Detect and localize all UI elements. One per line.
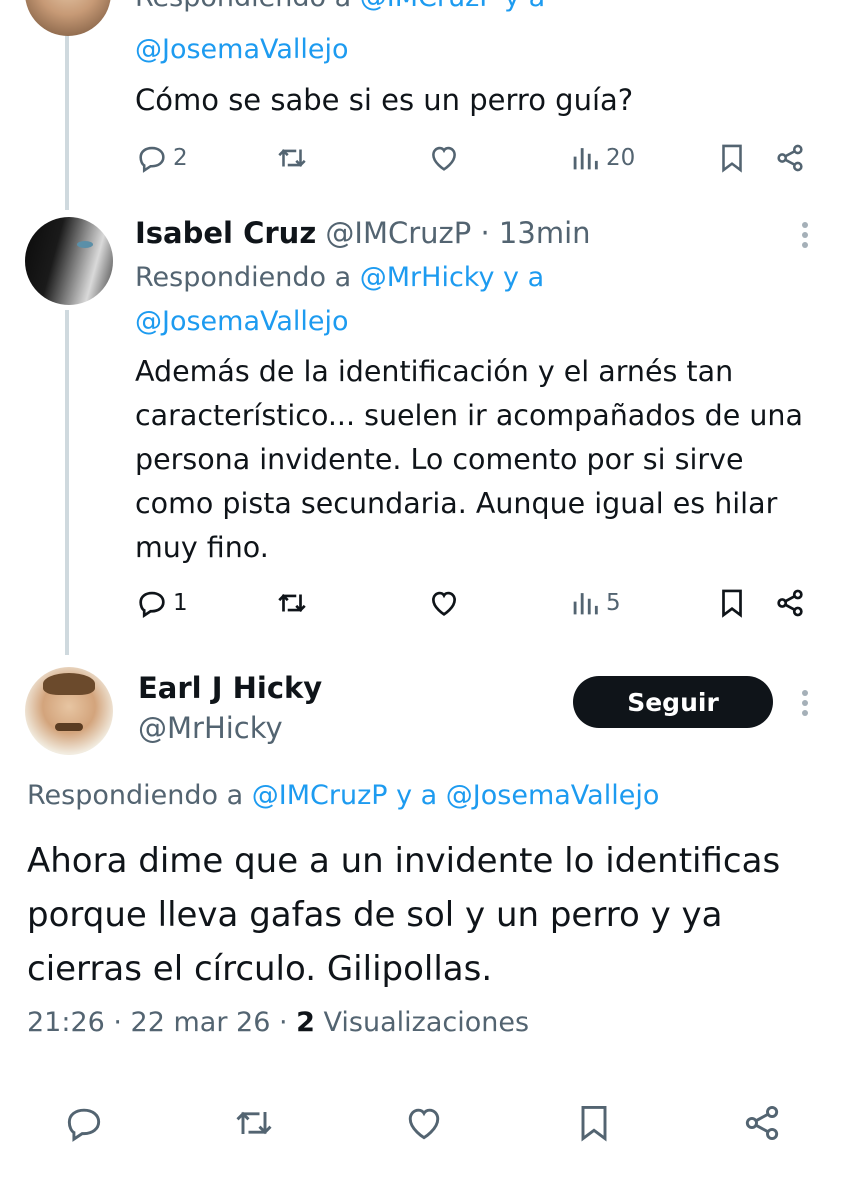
display-name[interactable]: Earl J Hicky bbox=[138, 667, 322, 709]
views-count: 5 bbox=[606, 590, 621, 616]
tweet-text-line: como pista secundaria. Aunque igual es h… bbox=[135, 487, 778, 520]
tweet-actions: 2 20 bbox=[135, 138, 815, 178]
share-button[interactable] bbox=[773, 138, 807, 178]
replying-prefix: Respondiendo a bbox=[135, 0, 351, 13]
retweet-button[interactable] bbox=[275, 583, 309, 623]
retweet-icon bbox=[236, 1111, 272, 1135]
retweet-button[interactable] bbox=[275, 138, 309, 178]
share-button[interactable] bbox=[773, 583, 807, 623]
views-count: 20 bbox=[606, 145, 636, 171]
bookmark-button[interactable] bbox=[572, 1098, 616, 1148]
tweet-text-line: muy fino. bbox=[135, 531, 269, 564]
avatar[interactable] bbox=[25, 0, 111, 36]
separator: · bbox=[480, 216, 490, 250]
heart-icon bbox=[408, 1108, 440, 1140]
more-dot-icon bbox=[802, 700, 808, 706]
bookmark-button[interactable] bbox=[715, 138, 749, 178]
tweet-actions: 1 5 bbox=[135, 583, 815, 623]
display-name[interactable]: Isabel Cruz bbox=[135, 216, 316, 250]
more-dot-icon bbox=[802, 232, 808, 238]
mention-link[interactable]: @IMCruzP y a bbox=[360, 0, 545, 13]
reply-icon bbox=[67, 1108, 101, 1142]
avatar-mustache bbox=[55, 723, 83, 731]
main-tweet-actions bbox=[0, 1098, 850, 1148]
mention-link[interactable]: @IMCruzP y a @JosemaVallejo bbox=[252, 780, 660, 811]
like-button[interactable] bbox=[427, 583, 461, 623]
more-dot-icon bbox=[802, 710, 808, 716]
share-icon bbox=[777, 589, 803, 617]
avatar[interactable] bbox=[25, 217, 113, 305]
tweet-text-line: cierras el círculo. Gilipollas. bbox=[27, 949, 493, 989]
avatar-eye bbox=[77, 241, 93, 248]
tweet-timestamp[interactable]: 21:26 · 22 mar 26 · bbox=[27, 1007, 288, 1038]
retweet-icon bbox=[278, 149, 306, 167]
tweet-text-line: porque lleva gafas de sol y un perro y y… bbox=[27, 895, 723, 935]
reply-button[interactable] bbox=[62, 1098, 106, 1148]
retweet-icon bbox=[278, 594, 306, 612]
views-icon bbox=[573, 148, 598, 170]
tweet-text: Ahora dime que a un invidente lo identif… bbox=[27, 834, 827, 996]
tweet-text-line: Ahora dime que a un invidente lo identif… bbox=[27, 841, 781, 881]
reply-button[interactable]: 2 bbox=[135, 138, 188, 178]
views-button[interactable]: 5 bbox=[568, 583, 621, 623]
reply-count: 2 bbox=[173, 145, 188, 171]
thread-line-middle bbox=[65, 310, 69, 655]
more-dot-icon bbox=[802, 242, 808, 248]
reply-context: Respondiendo a @IMCruzP y a @JosemaValle… bbox=[27, 776, 659, 816]
user-handle[interactable]: @IMCruzP bbox=[325, 216, 471, 250]
views-button[interactable]: 20 bbox=[568, 138, 635, 178]
follow-button[interactable]: Seguir bbox=[573, 676, 773, 728]
bookmark-button[interactable] bbox=[715, 583, 749, 623]
more-dot-icon bbox=[802, 222, 808, 228]
user-handle[interactable]: @MrHicky bbox=[138, 707, 283, 749]
reply-icon bbox=[139, 146, 165, 173]
retweet-button[interactable] bbox=[232, 1098, 276, 1148]
views-label: Visualizaciones bbox=[323, 1007, 530, 1038]
mention-link[interactable]: @JosemaVallejo bbox=[135, 302, 349, 342]
share-button[interactable] bbox=[740, 1098, 784, 1148]
tweet-time[interactable]: 13min bbox=[499, 216, 591, 250]
tweet-text-line: Además de la identificación y el arnés t… bbox=[135, 355, 734, 388]
heart-icon bbox=[432, 591, 456, 616]
tweet-text: Cómo se sabe si es un perro guía? bbox=[135, 83, 634, 117]
tweet-meta: 21:26 · 22 mar 26 · 2 Visualizaciones bbox=[27, 1002, 529, 1044]
more-options-button[interactable] bbox=[802, 686, 812, 720]
bookmark-icon bbox=[722, 589, 742, 618]
mention-link[interactable]: @MrHicky y a bbox=[360, 262, 544, 293]
avatar-hair bbox=[43, 673, 95, 695]
tweet-text-line: característico... suelen ir acompañados … bbox=[135, 399, 803, 432]
reply-context: Respondiendo a @MrHicky y a bbox=[135, 258, 544, 298]
tweet-text: Además de la identificación y el arnés t… bbox=[135, 350, 835, 570]
views-count: 2 bbox=[296, 1007, 315, 1038]
heart-icon bbox=[432, 146, 456, 171]
thread-line-top bbox=[65, 20, 69, 210]
tweet-header: Isabel Cruz @IMCruzP · 13min bbox=[135, 212, 591, 254]
mention-link[interactable]: @JosemaVallejo bbox=[135, 30, 349, 70]
reply-count: 1 bbox=[173, 590, 188, 616]
more-dot-icon bbox=[802, 690, 808, 696]
bookmark-icon bbox=[722, 144, 742, 173]
more-options-button[interactable] bbox=[802, 218, 812, 252]
replying-prefix: Respondiendo a bbox=[27, 780, 244, 811]
reply-button[interactable]: 1 bbox=[135, 583, 188, 623]
share-icon bbox=[745, 1105, 779, 1141]
views-icon bbox=[573, 593, 598, 615]
share-icon bbox=[777, 144, 803, 172]
avatar[interactable] bbox=[25, 667, 113, 755]
bookmark-icon bbox=[581, 1105, 607, 1142]
reply-context: Respondiendo a @IMCruzP y a bbox=[135, 0, 545, 18]
like-button[interactable] bbox=[402, 1098, 446, 1148]
reply-icon bbox=[139, 591, 165, 618]
like-button[interactable] bbox=[427, 138, 461, 178]
replying-prefix: Respondiendo a bbox=[135, 262, 352, 293]
tweet-text-line: persona invidente. Lo comento por si sir… bbox=[135, 443, 744, 476]
